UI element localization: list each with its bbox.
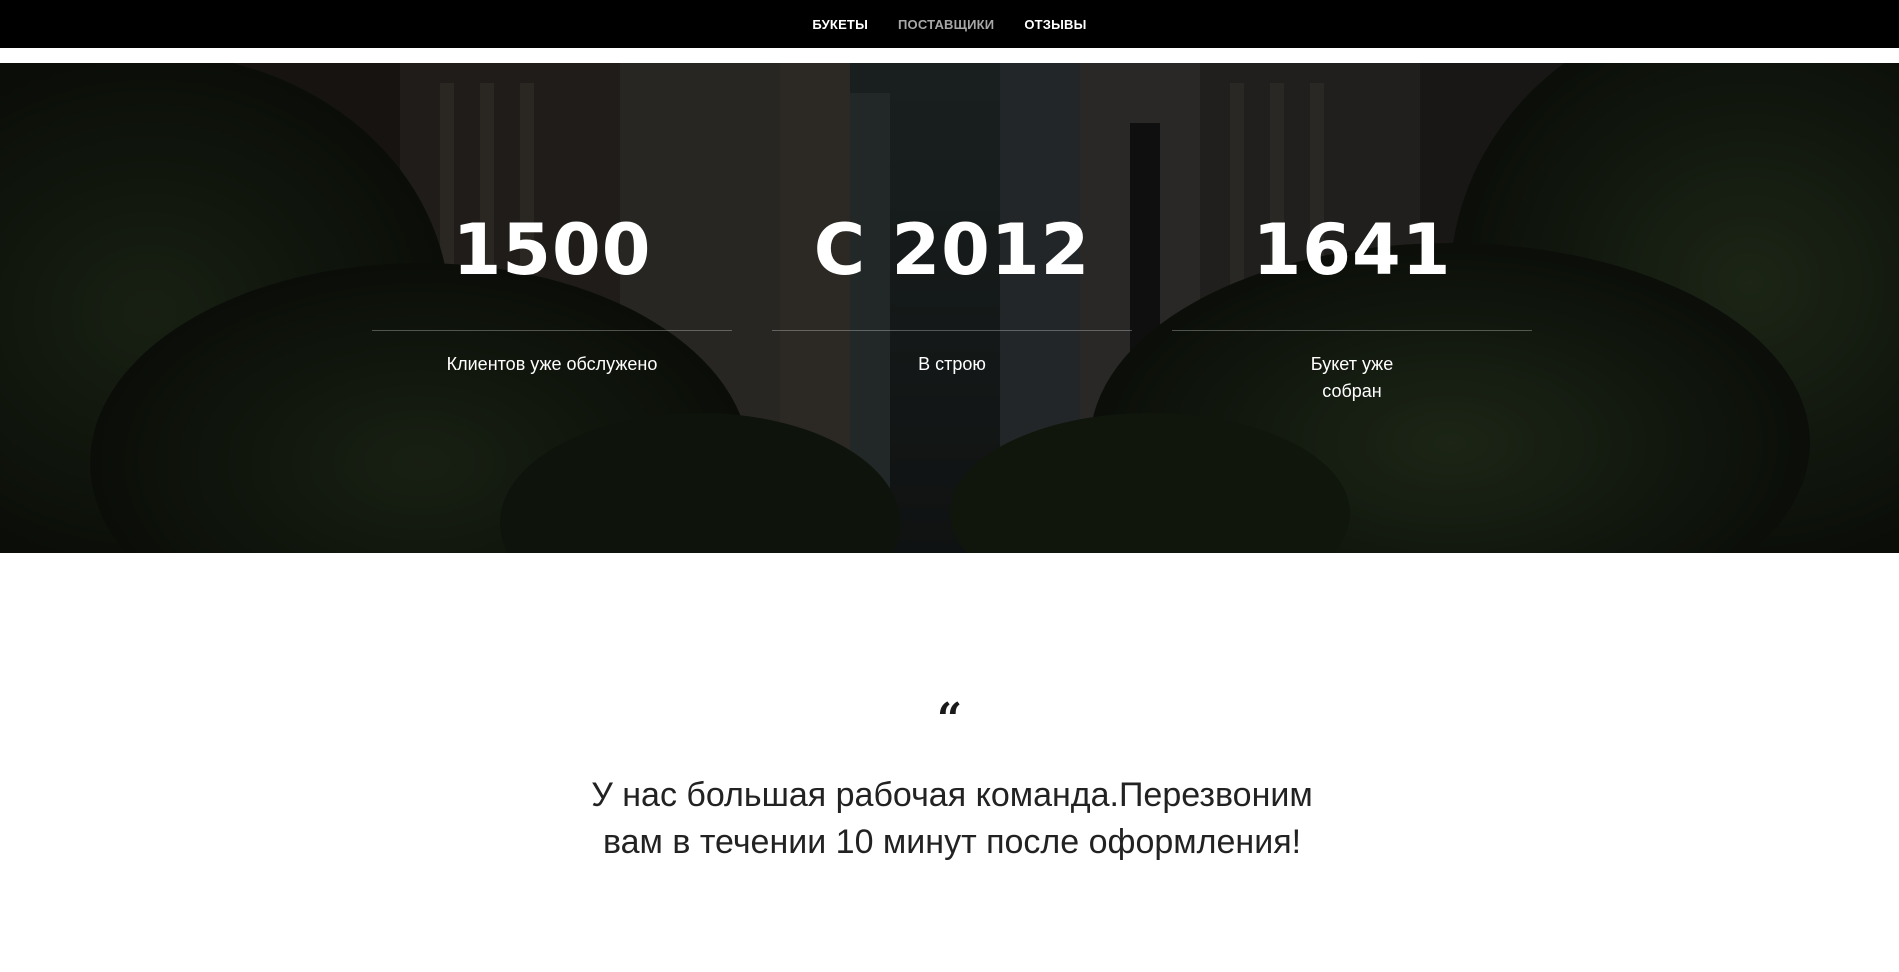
- nav-link-reviews[interactable]: ОТЗЫВЫ: [1024, 17, 1086, 32]
- divider: [372, 330, 732, 331]
- main-nav: БУКЕТЫ ПОСТАВЩИКИ ОТЗЫВЫ: [812, 17, 1086, 32]
- city-street-background-image: [0, 63, 1899, 553]
- stat-value: 1500: [452, 209, 652, 291]
- stat-caption: В строю: [918, 354, 986, 374]
- stat-value: 1641: [1252, 209, 1452, 291]
- stat-caption: Клиентов уже обслужено: [446, 354, 658, 374]
- quote-mark-icon: “: [936, 694, 963, 745]
- testimonial-quote-text: У нас большая рабочая команда.Перезвоним…: [591, 776, 1313, 861]
- stats-hero-section: 1500 Клиентов уже обслужено С 2012 В стр…: [0, 63, 1899, 553]
- top-navigation-bar: БУКЕТЫ ПОСТАВЩИКИ ОТЗЫВЫ: [0, 0, 1899, 48]
- stat-caption: Букет уже собран: [1310, 354, 1394, 401]
- nav-link-suppliers[interactable]: ПОСТАВЩИКИ: [898, 17, 994, 32]
- divider: [1172, 330, 1532, 331]
- nav-link-bouquets[interactable]: БУКЕТЫ: [812, 17, 868, 32]
- stat-value: С 2012: [813, 209, 1091, 291]
- divider: [772, 330, 1132, 331]
